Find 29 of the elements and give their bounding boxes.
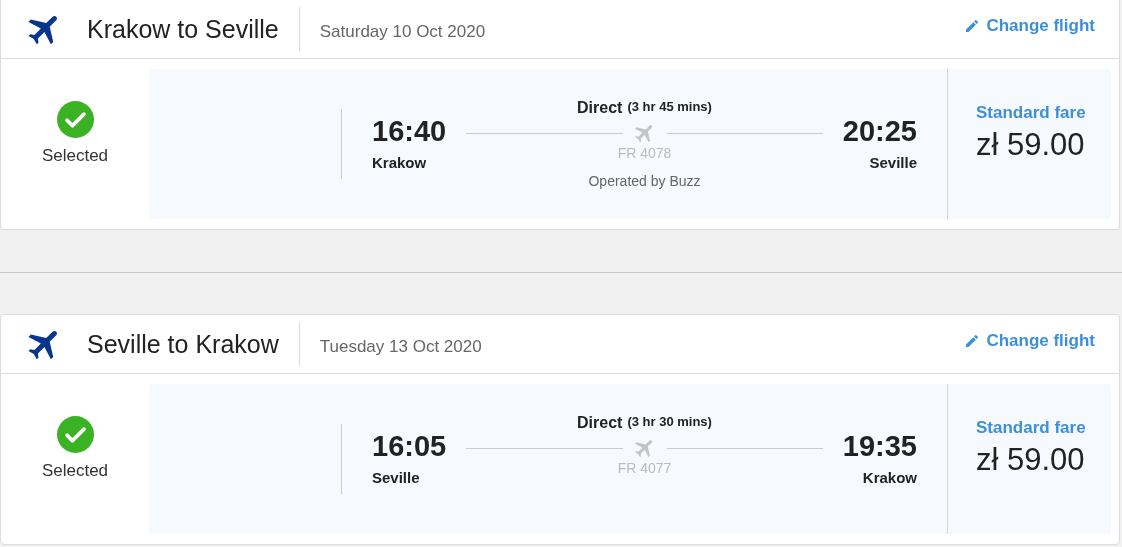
flight-number: FR 4077 (617, 460, 672, 476)
departure-time: 16:05 (372, 430, 447, 463)
arrival-city: Krakow (862, 469, 917, 486)
flight-date: Saturday 10 Oct 2020 (319, 22, 486, 42)
arrival-time: 20:25 (842, 115, 917, 148)
route-title: Krakow to Seville (87, 7, 300, 51)
arrival-city: Seville (869, 154, 917, 171)
pencil-icon (964, 333, 981, 349)
operator-label: Operated by Buzz (588, 173, 701, 189)
arrival-time: 19:35 (842, 430, 917, 463)
departure-city: Krakow (372, 154, 427, 171)
departure-time: 16:40 (372, 115, 447, 148)
pencil-icon (964, 18, 981, 34)
route-title: Seville to Krakow (87, 322, 300, 366)
departure-city: Seville (372, 469, 420, 486)
fare-price: zł 59.00 (976, 127, 1086, 163)
flight-number: FR 4078 (617, 145, 672, 161)
change-flight-link[interactable]: Change flight (964, 331, 1095, 351)
fare-name: Standard fare (976, 418, 1087, 438)
change-flight-link[interactable]: Change flight (964, 16, 1095, 36)
duration-label: (3 hr 45 mins) (627, 99, 712, 114)
duration-label: (3 hr 30 mins) (627, 414, 712, 429)
fare-name: Standard fare (976, 103, 1087, 123)
fare-price: zł 59.00 (976, 442, 1086, 478)
stops-label: Direct (577, 99, 623, 117)
status-label: Selected (41, 460, 109, 481)
stops-label: Direct (577, 414, 623, 432)
status-label: Selected (41, 145, 109, 166)
flight-date: Tuesday 13 Oct 2020 (319, 337, 482, 357)
